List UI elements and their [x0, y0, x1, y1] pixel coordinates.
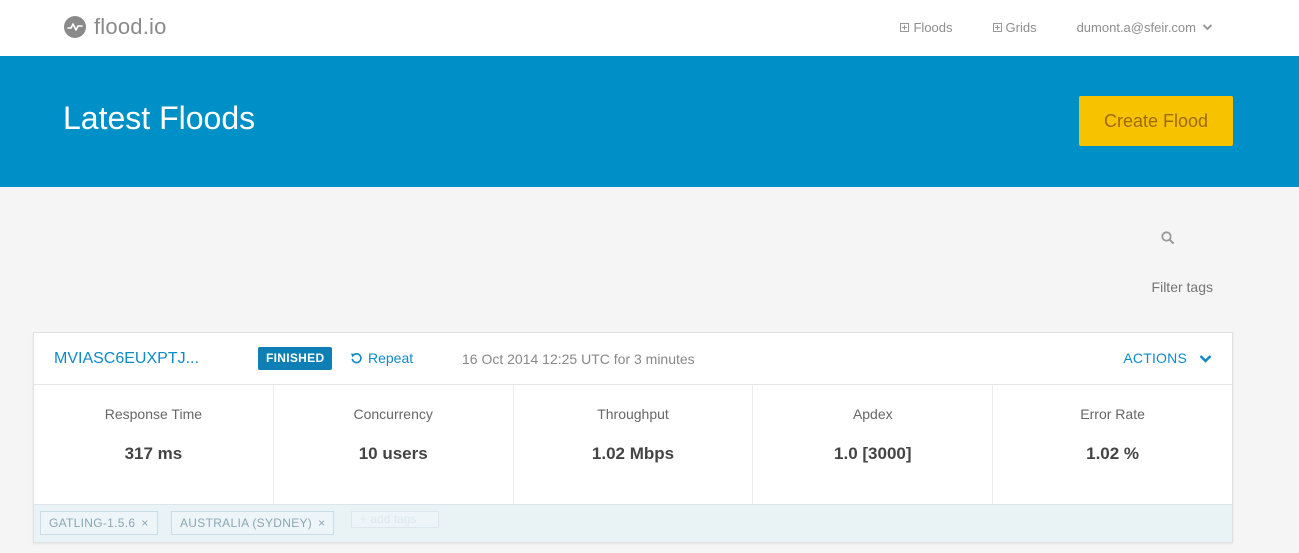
metric-concurrency: Concurrency 10 users: [274, 385, 514, 504]
chevron-down-icon: [1199, 354, 1212, 363]
nav-link-floods[interactable]: Floods: [900, 19, 953, 35]
pulse-icon: [64, 16, 86, 38]
metric-label: Response Time: [104, 406, 203, 422]
metric-value: 10 users: [358, 444, 428, 463]
metric-label: Throughput: [597, 406, 669, 422]
nav-links: Floods Grids dumont.a@sfeir.com: [900, 18, 1213, 36]
tag-chip: AUSTRALIA (SYDNEY) ×: [171, 511, 335, 535]
filter-tags-input[interactable]: [1053, 279, 1213, 295]
add-tags-input[interactable]: [351, 511, 439, 528]
nav-link-label: Floods: [913, 19, 953, 35]
remove-tag-icon[interactable]: ×: [141, 512, 148, 534]
page-title: Latest Floods: [63, 100, 256, 136]
create-flood-button[interactable]: Create Flood: [1079, 96, 1233, 146]
metric-throughput: Throughput 1.02 Mbps: [514, 385, 754, 504]
run-info: 16 Oct 2014 12:25 UTC for 3 minutes: [462, 351, 695, 367]
tag-label: AUSTRALIA (SYDNEY): [180, 516, 313, 530]
flood-name-link[interactable]: MVIASC6EUXPTJ...: [54, 350, 199, 368]
actions-dropdown[interactable]: ACTIONS: [1123, 350, 1212, 366]
repeat-icon: [351, 352, 362, 363]
plus-square-icon: [992, 22, 1002, 32]
remove-tag-icon[interactable]: ×: [318, 512, 325, 534]
hero-banner: Latest Floods Create Flood: [0, 56, 1299, 187]
metric-value: 317 ms: [124, 444, 183, 463]
tag-bar: GATLING-1.5.6 × AUSTRALIA (SYDNEY) ×: [34, 504, 1232, 542]
actions-label: ACTIONS: [1123, 350, 1187, 366]
status-badge: FINISHED: [258, 347, 333, 370]
flood-card: MVIASC6EUXPTJ... FINISHED Repeat 16 Oct …: [33, 332, 1233, 543]
tag-chip: GATLING-1.5.6 ×: [40, 511, 158, 535]
flood-card-header: MVIASC6EUXPTJ... FINISHED Repeat 16 Oct …: [34, 333, 1232, 385]
metric-label: Apdex: [852, 406, 893, 422]
user-menu[interactable]: dumont.a@sfeir.com: [1077, 20, 1213, 35]
chevron-down-icon: [1202, 24, 1213, 31]
tag-label: GATLING-1.5.6: [49, 516, 136, 530]
metric-label: Error Rate: [1080, 406, 1145, 422]
brand-logo[interactable]: flood.io: [64, 14, 167, 40]
metrics-row: Response Time 317 ms Concurrency 10 user…: [34, 385, 1232, 504]
search-icon[interactable]: [1160, 230, 1176, 246]
metric-value: 1.0 [3000]: [834, 444, 912, 463]
user-email: dumont.a@sfeir.com: [1076, 19, 1196, 35]
metric-apdex: Apdex 1.0 [3000]: [753, 385, 994, 504]
repeat-label: Repeat: [368, 350, 414, 366]
metric-value: 1.02 %: [1086, 444, 1140, 463]
plus-square-icon: [900, 22, 910, 32]
metric-error-rate: Error Rate 1.02 %: [993, 385, 1232, 504]
top-navbar: flood.io Floods Grids dumont.a@sfeir.com: [0, 0, 1299, 56]
metric-response-time: Response Time 317 ms: [34, 385, 274, 504]
repeat-link[interactable]: Repeat: [350, 350, 413, 366]
metric-value: 1.02 Mbps: [591, 444, 675, 463]
nav-link-grids[interactable]: Grids: [992, 19, 1037, 35]
metric-label: Concurrency: [353, 406, 433, 422]
brand-name: flood.io: [94, 14, 167, 39]
nav-link-label: Grids: [1005, 19, 1037, 35]
